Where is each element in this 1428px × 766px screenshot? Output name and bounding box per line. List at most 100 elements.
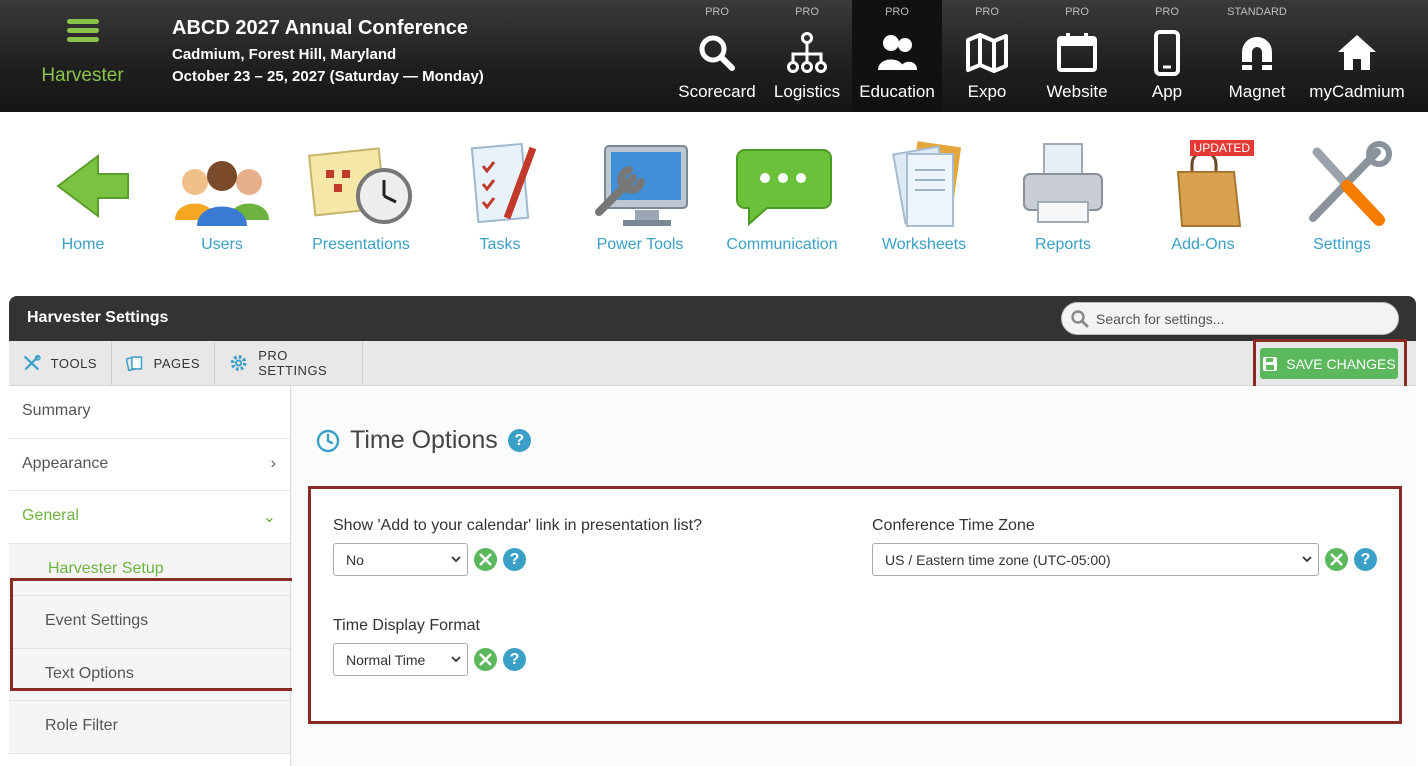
menu-reports[interactable]: Reports bbox=[998, 140, 1128, 270]
module-label: myCadmium bbox=[1309, 82, 1405, 101]
conference-title: ABCD 2027 Annual Conference bbox=[172, 17, 468, 39]
module-education[interactable]: PRO Education bbox=[852, 0, 942, 112]
module-website[interactable]: PRO Website bbox=[1032, 0, 1122, 112]
printer-icon bbox=[1008, 140, 1118, 232]
chevron-down-icon bbox=[1302, 556, 1312, 563]
menu-label: Communication bbox=[726, 236, 838, 253]
gear-icon bbox=[230, 355, 247, 371]
calendar-link-field: Show 'Add to your calendar' link in pres… bbox=[333, 517, 702, 576]
timezone-field: Conference Time Zone US / Eastern time z… bbox=[872, 517, 1377, 576]
default-tools-icon[interactable] bbox=[1325, 548, 1348, 571]
time-format-label: Time Display Format bbox=[333, 617, 480, 634]
green-arrow-icon bbox=[28, 140, 138, 232]
module-logistics[interactable]: PRO Logistics bbox=[762, 0, 852, 112]
module-nav: PRO Scorecard PRO Logistics PRO Educatio… bbox=[672, 0, 1412, 112]
module-tier: STANDARD bbox=[1227, 6, 1287, 18]
main-icon-menu: Home Users Presentations Tasks Power Too… bbox=[0, 112, 1428, 290]
pages-icon bbox=[126, 356, 143, 372]
module-magnet[interactable]: STANDARD Magnet bbox=[1212, 0, 1302, 112]
menu-label: Home bbox=[61, 236, 105, 253]
people-icon bbox=[852, 30, 942, 76]
module-scorecard[interactable]: PRO Scorecard bbox=[672, 0, 762, 112]
floppy-disk-icon bbox=[1263, 356, 1278, 371]
timezone-select[interactable]: US / Eastern time zone (UTC-05:00) bbox=[872, 543, 1319, 576]
tools-label: TOOLS bbox=[50, 355, 97, 371]
menu-tasks[interactable]: Tasks bbox=[435, 140, 565, 270]
module-label: Expo bbox=[967, 82, 1007, 101]
default-tools-icon[interactable] bbox=[474, 648, 497, 671]
sidebar-item-label: Text Options bbox=[45, 664, 134, 682]
module-mycadmium[interactable]: myCadmium bbox=[1302, 0, 1412, 112]
shopping-bag-icon: UPDATED bbox=[1148, 140, 1258, 232]
settings-search[interactable] bbox=[1061, 302, 1399, 335]
time-format-field: Time Display Format Normal Time ? bbox=[333, 617, 526, 676]
calendar-icon bbox=[1032, 30, 1122, 76]
module-app[interactable]: PRO App bbox=[1122, 0, 1212, 112]
save-changes-button[interactable]: SAVE CHANGES bbox=[1260, 348, 1398, 379]
pages-tab[interactable]: PAGES bbox=[112, 341, 215, 385]
menu-home[interactable]: Home bbox=[18, 140, 148, 270]
menu-worksheets[interactable]: Worksheets bbox=[859, 140, 989, 270]
help-icon[interactable]: ? bbox=[503, 548, 526, 571]
sidebar-item-label: Event Settings bbox=[45, 612, 149, 629]
sidebar-item-label: Harvester Setup bbox=[48, 559, 164, 577]
chevron-down-icon bbox=[451, 656, 461, 663]
users-icon bbox=[167, 140, 277, 232]
search-input[interactable] bbox=[1096, 308, 1386, 330]
settings-sidebar: Summary Appearance › General ⌄ Harvester… bbox=[9, 386, 296, 766]
help-icon[interactable]: ? bbox=[503, 648, 526, 671]
sidebar-item-appearance[interactable]: Appearance › bbox=[9, 439, 290, 491]
conference-location: Cadmium, Forest Hill, Maryland bbox=[172, 46, 397, 63]
menu-label: Users bbox=[201, 236, 243, 253]
menu-communication[interactable]: Communication bbox=[717, 140, 847, 270]
save-label: SAVE CHANGES bbox=[1286, 355, 1396, 372]
sidebar-item-label: Summary bbox=[22, 402, 91, 419]
menu-label: Add-Ons bbox=[1171, 236, 1235, 253]
sidebar-item-summary[interactable]: Summary bbox=[9, 386, 290, 439]
menu-label: Presentations bbox=[312, 236, 410, 253]
phone-icon bbox=[1122, 30, 1212, 76]
panel-header: Harvester Settings bbox=[9, 296, 1416, 341]
tools-icon bbox=[1287, 140, 1397, 232]
hamburger-menu-icon[interactable] bbox=[67, 19, 99, 43]
monitor-wrench-icon bbox=[585, 140, 695, 232]
menu-presentations[interactable]: Presentations bbox=[296, 140, 426, 270]
time-format-select[interactable]: Normal Time bbox=[333, 643, 468, 676]
sidebar-item-label: Role Filter bbox=[45, 717, 118, 734]
sidebar-item-role-filter[interactable]: Role Filter bbox=[9, 701, 290, 754]
menu-settings[interactable]: Settings bbox=[1277, 140, 1407, 270]
tools-tab[interactable]: TOOLS bbox=[9, 341, 112, 385]
menu-power-tools[interactable]: Power Tools bbox=[575, 140, 705, 270]
section-heading: Time Options ? bbox=[316, 426, 531, 455]
module-label: Magnet bbox=[1228, 82, 1286, 101]
sidebar-item-text-options[interactable]: Text Options bbox=[9, 648, 290, 701]
module-tier: PRO bbox=[1065, 6, 1089, 18]
default-tools-icon[interactable] bbox=[474, 548, 497, 571]
chat-bubble-icon bbox=[727, 140, 837, 232]
chevron-right-icon: › bbox=[270, 454, 276, 472]
sidebar-item-harvester-setup[interactable]: Harvester Setup bbox=[9, 543, 290, 596]
module-expo[interactable]: PRO Expo bbox=[942, 0, 1032, 112]
chevron-down-icon: ⌄ bbox=[262, 509, 276, 526]
calendar-link-select[interactable]: No bbox=[333, 543, 468, 576]
timezone-value: US / Eastern time zone (UTC-05:00) bbox=[885, 552, 1111, 568]
sidebar-item-event-settings[interactable]: Event Settings bbox=[9, 596, 290, 649]
module-tier: PRO bbox=[1155, 6, 1179, 18]
help-icon[interactable]: ? bbox=[507, 429, 531, 452]
timezone-label: Conference Time Zone bbox=[872, 517, 1035, 534]
menu-users[interactable]: Users bbox=[157, 140, 287, 270]
documents-icon bbox=[869, 140, 979, 232]
menu-add-ons[interactable]: UPDATED Add-Ons bbox=[1138, 140, 1268, 270]
pro-settings-tab[interactable]: PRO SETTINGS bbox=[215, 341, 363, 385]
module-label: Education bbox=[859, 82, 935, 101]
menu-label: Reports bbox=[1034, 236, 1092, 253]
search-icon bbox=[1071, 310, 1089, 328]
pages-label: PAGES bbox=[153, 355, 200, 371]
conference-info: ABCD 2027 Annual Conference Cadmium, For… bbox=[172, 17, 484, 85]
time-format-value: Normal Time bbox=[346, 652, 426, 668]
module-tier: PRO bbox=[885, 6, 909, 18]
sidebar-item-general[interactable]: General ⌄ bbox=[9, 491, 290, 544]
checklist-icon bbox=[445, 140, 555, 232]
help-icon[interactable]: ? bbox=[1354, 548, 1377, 571]
brand-area[interactable]: Harvester bbox=[0, 0, 165, 112]
